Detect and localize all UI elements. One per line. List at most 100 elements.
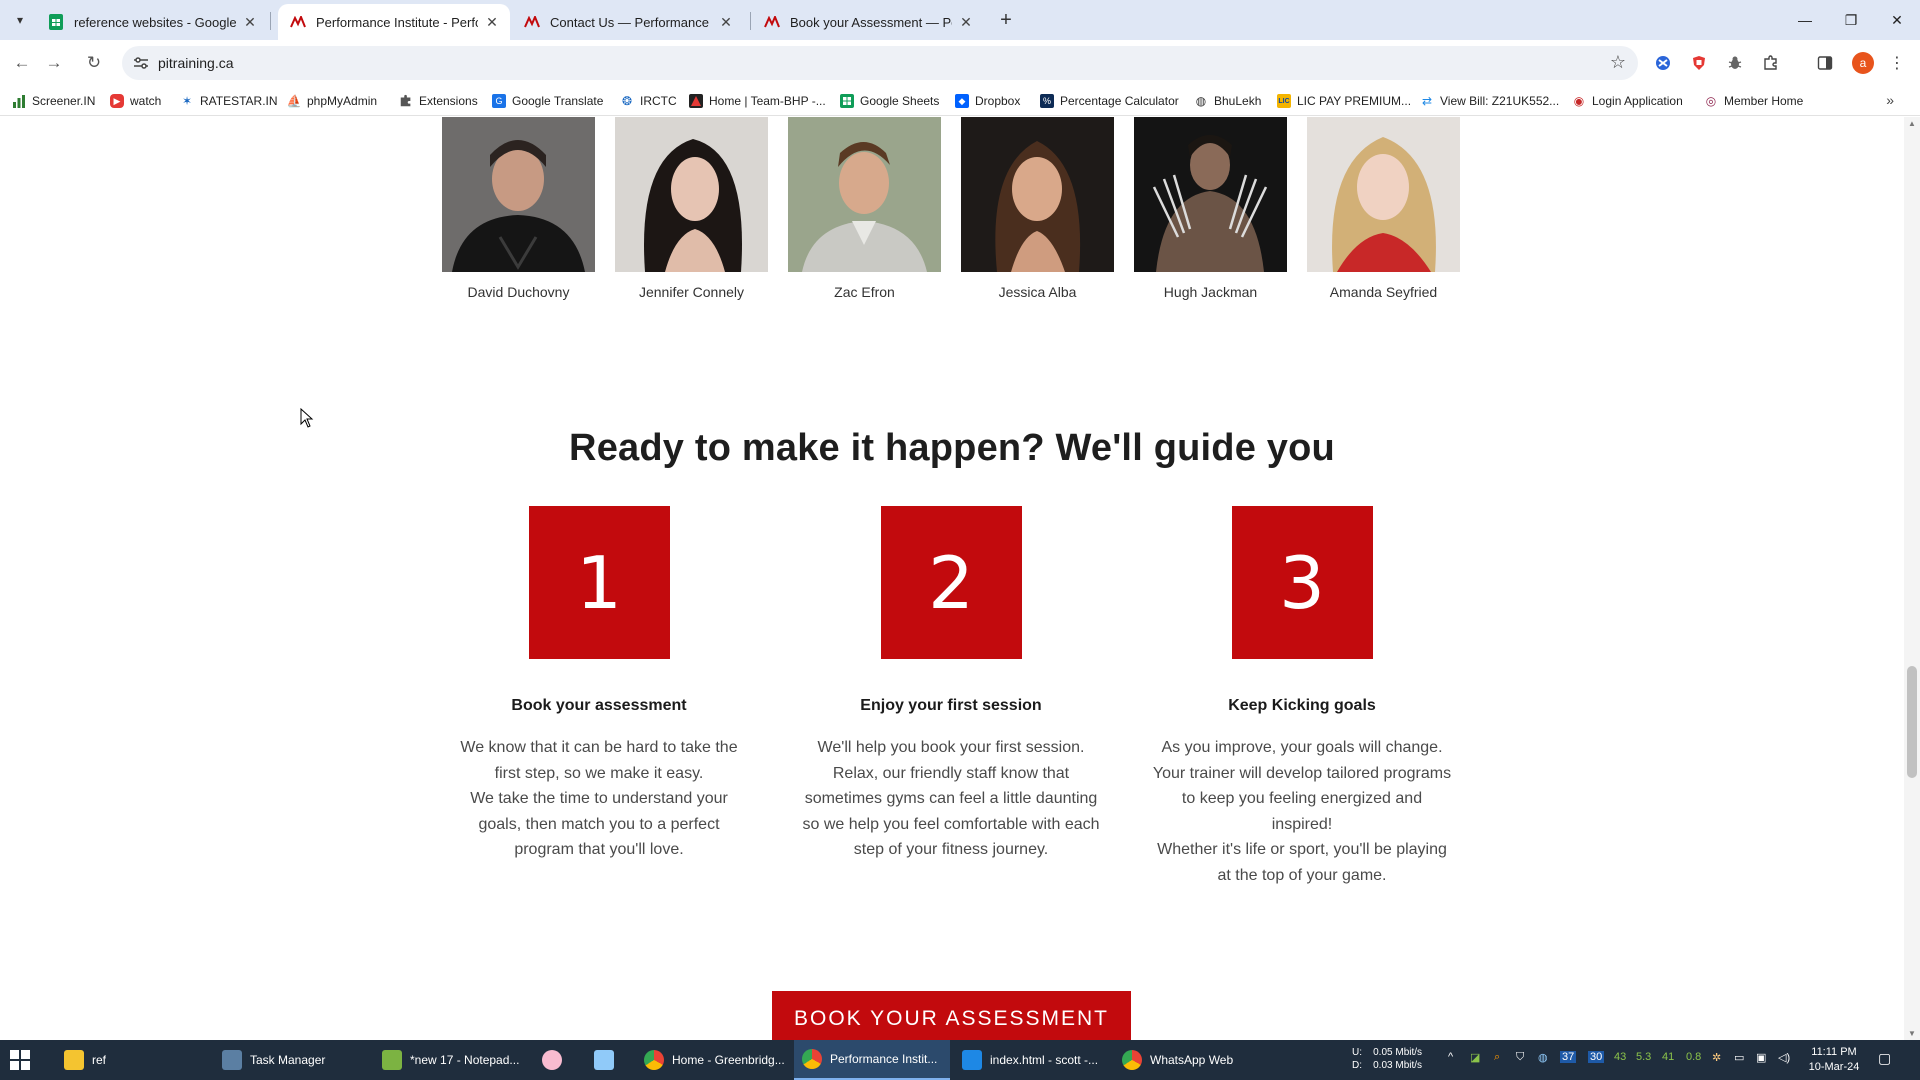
tab-title: Book your Assessment — Perfo (790, 14, 952, 30)
tab-performance-institute[interactable]: Performance Institute - Perform ✕ (278, 4, 510, 40)
taskbar-item-label: *new 17 - Notepad... (410, 1053, 520, 1067)
reload-button[interactable]: ↻ (80, 49, 108, 77)
network-icon[interactable]: ▣ (1756, 1051, 1766, 1064)
bookmark-member-home[interactable]: ◎ Member Home (1704, 92, 1804, 110)
clock-date: 10-Mar-24 (1808, 1061, 1860, 1073)
tray-shield-icon[interactable]: ⛉ (1516, 1051, 1524, 1064)
restore-button[interactable]: ❐ (1828, 0, 1874, 40)
tray-app-icon[interactable]: ✲ (1712, 1051, 1721, 1064)
bookmark-percentage-calculator[interactable]: % Percentage Calculator (1040, 92, 1179, 110)
search-icon[interactable]: ⌕ (1494, 1051, 1500, 1064)
train-icon: ❂ (621, 94, 633, 108)
taskbar-item-ref[interactable]: ref (56, 1040, 212, 1080)
notification-center-icon[interactable]: ▢ (1878, 1050, 1898, 1070)
celebrity-card: Jennifer Connely (615, 117, 768, 300)
bookmark-phpmyadmin[interactable]: ⛵ phpMyAdmin (286, 92, 378, 110)
taskbar-item-performance-institute[interactable]: Performance Instit... (794, 1040, 950, 1080)
bookmark-team-bhp[interactable]: Home | Team-BHP -... (689, 92, 826, 110)
tab-book-assessment[interactable]: Book your Assessment — Perfo ✕ (752, 4, 984, 40)
page-scrollbar[interactable]: ▲ ▼ (1904, 117, 1920, 1040)
browser-menu-button[interactable]: ⋮ (1888, 54, 1906, 72)
member-icon: ◎ (1705, 94, 1717, 108)
minimize-button[interactable]: — (1782, 0, 1828, 40)
taskbar-item-notepad[interactable] (586, 1040, 626, 1080)
system-clock[interactable]: 11:11 PM 10-Mar-24 (1804, 1045, 1864, 1075)
step-description-line: We'll help you book your first session. (817, 739, 1085, 756)
step-description-line: Whether it's life or sport, you'll be pl… (1157, 841, 1447, 858)
bookmark-irctc[interactable]: ❂ IRCTC (620, 92, 677, 110)
step-description: As you improve, your goals will change. … (1142, 735, 1462, 888)
windows-start-icon[interactable] (10, 1050, 30, 1070)
taskbar-item-home-greenbridge[interactable]: Home - Greenbridg... (636, 1040, 792, 1080)
reload-icon: ↻ (86, 53, 102, 72)
bookmark-star-icon[interactable]: ☆ (1610, 52, 1626, 73)
taskbar-item-pig-app[interactable] (534, 1040, 574, 1080)
tab-reference-websites[interactable]: reference websites - Google Sh ✕ (36, 4, 268, 40)
bookmark-lic[interactable]: LIC LIC PAY PREMIUM... (1277, 92, 1411, 110)
new-tab-button[interactable]: + (994, 8, 1018, 32)
tray-number: 37 (1560, 1051, 1577, 1063)
celebrity-name: Amanda Seyfried (1329, 284, 1438, 300)
folder-icon (64, 1050, 84, 1070)
shield-extension-icon[interactable] (1690, 54, 1708, 72)
chrome-icon (1122, 1050, 1142, 1070)
bookmark-label: Home | Team-BHP -... (709, 94, 826, 108)
bookmark-label: phpMyAdmin (307, 94, 378, 108)
close-window-button[interactable]: ✕ (1874, 0, 1920, 40)
taskbar-item-notepad-plus[interactable]: *new 17 - Notepad... (374, 1040, 530, 1080)
celebrity-card: Zac Efron (788, 117, 941, 300)
windows-taskbar: ref Task Manager *new 17 - Notepad... Ho… (0, 1040, 1920, 1080)
back-button[interactable]: ← (8, 49, 36, 77)
chrome-icon (802, 1049, 822, 1069)
tab-contact-us[interactable]: Contact Us — Performance Inst ✕ (512, 4, 744, 40)
site-info-icon[interactable] (132, 54, 150, 72)
bookmark-google-translate[interactable]: G Google Translate (492, 92, 603, 110)
tray-globe-icon[interactable]: ◍ (1538, 1051, 1548, 1064)
step-card: 3 Keep Kicking goals As you improve, you… (1142, 506, 1462, 888)
volume-icon[interactable]: ◁) (1778, 1051, 1790, 1064)
puzzle-icon[interactable] (1762, 54, 1780, 72)
step-description-line: at the top of your game. (1217, 866, 1387, 884)
close-icon[interactable]: ✕ (958, 14, 974, 30)
globe-icon: ◍ (1195, 94, 1207, 108)
bookmark-google-sheets[interactable]: Google Sheets (840, 92, 939, 110)
bug-extension-icon[interactable] (1726, 54, 1744, 72)
address-bar[interactable]: pitraining.ca ☆ (122, 46, 1638, 80)
bookmark-extensions[interactable]: Extensions (399, 92, 478, 110)
vscode-icon (962, 1050, 982, 1070)
bookmark-view-bill[interactable]: ⇄ View Bill: Z21UK552... (1420, 92, 1559, 110)
book-assessment-button[interactable]: BOOK YOUR ASSESSMENT (772, 991, 1131, 1040)
bookmark-label: View Bill: Z21UK552... (1440, 94, 1560, 108)
more-vertical-icon: ⋮ (1889, 55, 1905, 72)
extension-blue-icon[interactable] (1654, 54, 1672, 72)
bookmark-ratestar[interactable]: ✶ RATESTAR.IN (180, 92, 278, 110)
close-icon[interactable]: ✕ (242, 14, 258, 30)
bookmark-label: Login Application (1592, 94, 1683, 108)
bookmarks-overflow-icon[interactable]: » (1886, 92, 1894, 108)
tray-app-icon[interactable]: ◪ (1470, 1051, 1480, 1064)
taskbar-item-vscode[interactable]: index.html - scott -... (954, 1040, 1110, 1080)
forward-button[interactable]: → (40, 49, 68, 77)
close-icon[interactable]: ✕ (484, 14, 500, 30)
boat-icon: ⛵ (286, 94, 302, 108)
battery-icon[interactable]: ▭ (1734, 1051, 1744, 1064)
side-panel-icon[interactable] (1816, 54, 1834, 72)
show-hidden-icons[interactable]: ^ (1448, 1051, 1453, 1063)
scroll-up-arrow-icon[interactable]: ▲ (1908, 119, 1916, 128)
taskbar-item-whatsapp[interactable]: WhatsApp Web (1114, 1040, 1270, 1080)
step-description-line: We know that it can be hard to take the (460, 739, 738, 756)
celebrity-photo (961, 117, 1114, 272)
close-icon[interactable]: ✕ (718, 14, 734, 30)
bookmark-login-application[interactable]: ◉ Login Application (1572, 92, 1683, 110)
bookmark-screener[interactable]: Screener.IN (12, 92, 95, 110)
scrollbar-thumb[interactable] (1907, 666, 1917, 778)
tab-search-button[interactable]: ▾ (8, 8, 32, 32)
scroll-down-arrow-icon[interactable]: ▼ (1908, 1029, 1916, 1038)
bookmark-watch[interactable]: ▶ watch (110, 92, 161, 110)
arrow-left-icon: ← (13, 53, 31, 72)
bookmark-bhulekh[interactable]: ◍ BhuLekh (1194, 92, 1262, 110)
taskbar-item-task-manager[interactable]: Task Manager (214, 1040, 370, 1080)
profile-avatar[interactable]: a (1852, 52, 1874, 74)
bar-chart-icon (12, 94, 26, 108)
bookmark-dropbox[interactable]: ◆ Dropbox (955, 92, 1020, 110)
